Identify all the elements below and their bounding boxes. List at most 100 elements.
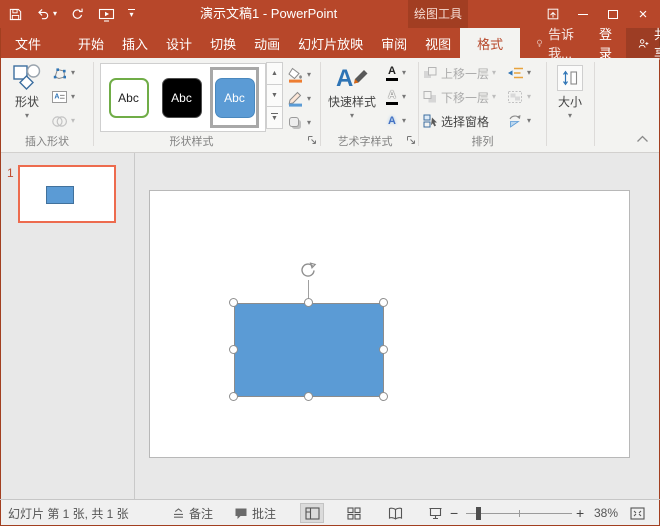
tab-transitions[interactable]: 切换 — [201, 28, 245, 58]
tab-animations[interactable]: 动画 — [245, 28, 289, 58]
text-outline-button[interactable]: A ▾ — [385, 85, 406, 109]
slide-indicator[interactable]: 幻灯片 第 1 张, 共 1 张 — [8, 500, 129, 526]
shape-styles-dialog-launcher[interactable] — [307, 134, 317, 148]
shape-outline-button[interactable]: ▾ — [287, 87, 311, 111]
lightbulb-icon — [536, 36, 543, 51]
group-label-insert-shapes: 插入形状 — [1, 133, 93, 149]
merge-shapes-button[interactable]: ▾ — [51, 109, 75, 133]
slide-sorter-view-button[interactable] — [342, 503, 366, 523]
tell-me-button[interactable]: 告诉我... — [526, 28, 587, 58]
comments-label: 批注 — [252, 505, 276, 522]
gallery-scroll-down-button[interactable]: ▼ — [266, 84, 283, 107]
tab-insert[interactable]: 插入 — [113, 28, 157, 58]
slide-thumbnail-selected[interactable] — [18, 165, 116, 223]
dialog-launcher-icon — [307, 135, 317, 145]
size-icon — [561, 69, 579, 87]
wordart-mini-column: A ▾ A ▾ A ▾ — [385, 61, 406, 133]
thumbnail-shape — [46, 186, 74, 204]
gallery-more-button[interactable]: ▼ — [266, 106, 283, 129]
gallery-scroll-up-button[interactable]: ▲ — [266, 62, 283, 85]
shapes-button[interactable]: 形状 ▾ — [7, 60, 47, 120]
slideshow-view-button[interactable] — [423, 503, 447, 523]
group-objects-button[interactable]: ▾ — [507, 85, 531, 109]
shape-effects-icon — [287, 115, 304, 131]
more-arrow-icon: ▼ — [271, 115, 278, 122]
text-effects-button[interactable]: A ▾ — [385, 109, 406, 133]
zoom-slider-thumb[interactable] — [476, 507, 481, 520]
group-label-wordart: 艺术字样式 — [323, 133, 407, 149]
tab-review[interactable]: 审阅 — [372, 28, 416, 58]
shape-style-option-1[interactable]: Abc — [104, 67, 153, 128]
collapse-ribbon-button[interactable] — [636, 132, 649, 146]
reading-view-button[interactable] — [383, 503, 407, 523]
selection-handle-ne[interactable] — [379, 298, 388, 307]
tab-format[interactable]: 格式 — [460, 28, 520, 58]
size-button[interactable]: 大小 ▾ — [550, 62, 590, 120]
notes-button[interactable]: 备注 — [172, 500, 213, 526]
merge-shapes-caret: ▾ — [71, 117, 75, 125]
selection-pane-button[interactable]: 选择窗格 — [423, 109, 496, 133]
context-tool-header[interactable]: 绘图工具 — [408, 0, 468, 28]
zoom-in-button[interactable]: + — [576, 500, 584, 526]
shape-effects-button[interactable]: ▾ — [287, 111, 311, 135]
shape-fill-caret: ▾ — [307, 71, 311, 79]
tab-home[interactable]: 开始 — [69, 28, 113, 58]
text-fill-button[interactable]: A ▾ — [385, 61, 406, 85]
selection-handle-nw[interactable] — [229, 298, 238, 307]
wordart-dialog-launcher[interactable] — [406, 134, 416, 148]
svg-text:A: A — [54, 94, 59, 101]
blue-rectangle-shape[interactable] — [234, 303, 384, 397]
redo-button[interactable] — [70, 7, 85, 21]
group-divider — [320, 62, 321, 146]
undo-button[interactable]: ▾ — [36, 7, 57, 21]
send-backward-button[interactable]: 下移一层 ▾ — [423, 85, 496, 109]
text-effects-icon: A — [385, 116, 399, 127]
close-icon: × — [639, 7, 648, 22]
tab-view[interactable]: 视图 — [416, 28, 460, 58]
selection-handle-e[interactable] — [379, 345, 388, 354]
text-box-caret: ▾ — [71, 93, 75, 101]
shape-style-option-3-selected[interactable]: Abc — [210, 67, 259, 128]
rotation-handle[interactable] — [299, 261, 318, 285]
zoom-level[interactable]: 38% — [594, 500, 618, 526]
zoom-out-button[interactable]: − — [450, 500, 458, 526]
more-bar — [271, 113, 278, 114]
save-button[interactable] — [8, 7, 23, 22]
bring-forward-icon — [423, 66, 438, 80]
shape-style-option-2[interactable]: Abc — [157, 67, 206, 128]
start-slideshow-button[interactable] — [98, 7, 115, 22]
powerpoint-window: ▾ ▾ 演示文稿1 - PowerPoint 绘图工具 × — [0, 0, 660, 526]
shape-format-buttons: ▾ ▾ ▾ — [287, 63, 311, 135]
selection-handle-w[interactable] — [229, 345, 238, 354]
zoom-slider[interactable] — [466, 513, 572, 514]
group-objects-icon — [507, 90, 524, 104]
quick-styles-button[interactable]: A 快速样式 ▾ — [325, 60, 379, 120]
normal-view-button[interactable] — [300, 503, 324, 523]
group-label-shape-styles: 形状样式 — [100, 133, 283, 149]
tab-file[interactable]: 文件 — [1, 28, 55, 58]
fit-to-window-button[interactable] — [630, 500, 645, 526]
tab-design[interactable]: 设计 — [157, 28, 201, 58]
merge-shapes-icon — [51, 115, 68, 128]
selection-handle-n[interactable] — [304, 298, 313, 307]
customize-qat-button[interactable]: ▾ — [128, 9, 135, 19]
align-button[interactable]: ▾ — [507, 61, 531, 85]
tab-slideshow[interactable]: 幻灯片放映 — [289, 28, 372, 58]
text-box-button[interactable]: A ▾ — [51, 85, 75, 109]
text-effects-caret: ▾ — [402, 117, 406, 125]
share-button[interactable]: 共享 — [626, 28, 660, 58]
slide-thumbnail-panel[interactable]: 1 — [1, 153, 135, 499]
shape-fill-button[interactable]: ▾ — [287, 63, 311, 87]
rotate-objects-button[interactable]: ▾ — [507, 109, 531, 133]
selection-handle-s[interactable] — [304, 392, 313, 401]
edit-shape-button[interactable]: ▾ — [51, 61, 75, 85]
slide-canvas[interactable] — [149, 190, 630, 458]
collapse-ribbon-icon — [636, 135, 649, 143]
comments-button[interactable]: 批注 — [234, 500, 276, 526]
selection-handle-se[interactable] — [379, 392, 388, 401]
selection-handle-sw[interactable] — [229, 392, 238, 401]
sign-in-button[interactable]: 登录 — [589, 28, 622, 58]
bring-forward-button[interactable]: 上移一层 ▾ — [423, 61, 496, 85]
window-title: 演示文稿1 - PowerPoint — [200, 0, 337, 28]
align-caret: ▾ — [527, 69, 531, 77]
